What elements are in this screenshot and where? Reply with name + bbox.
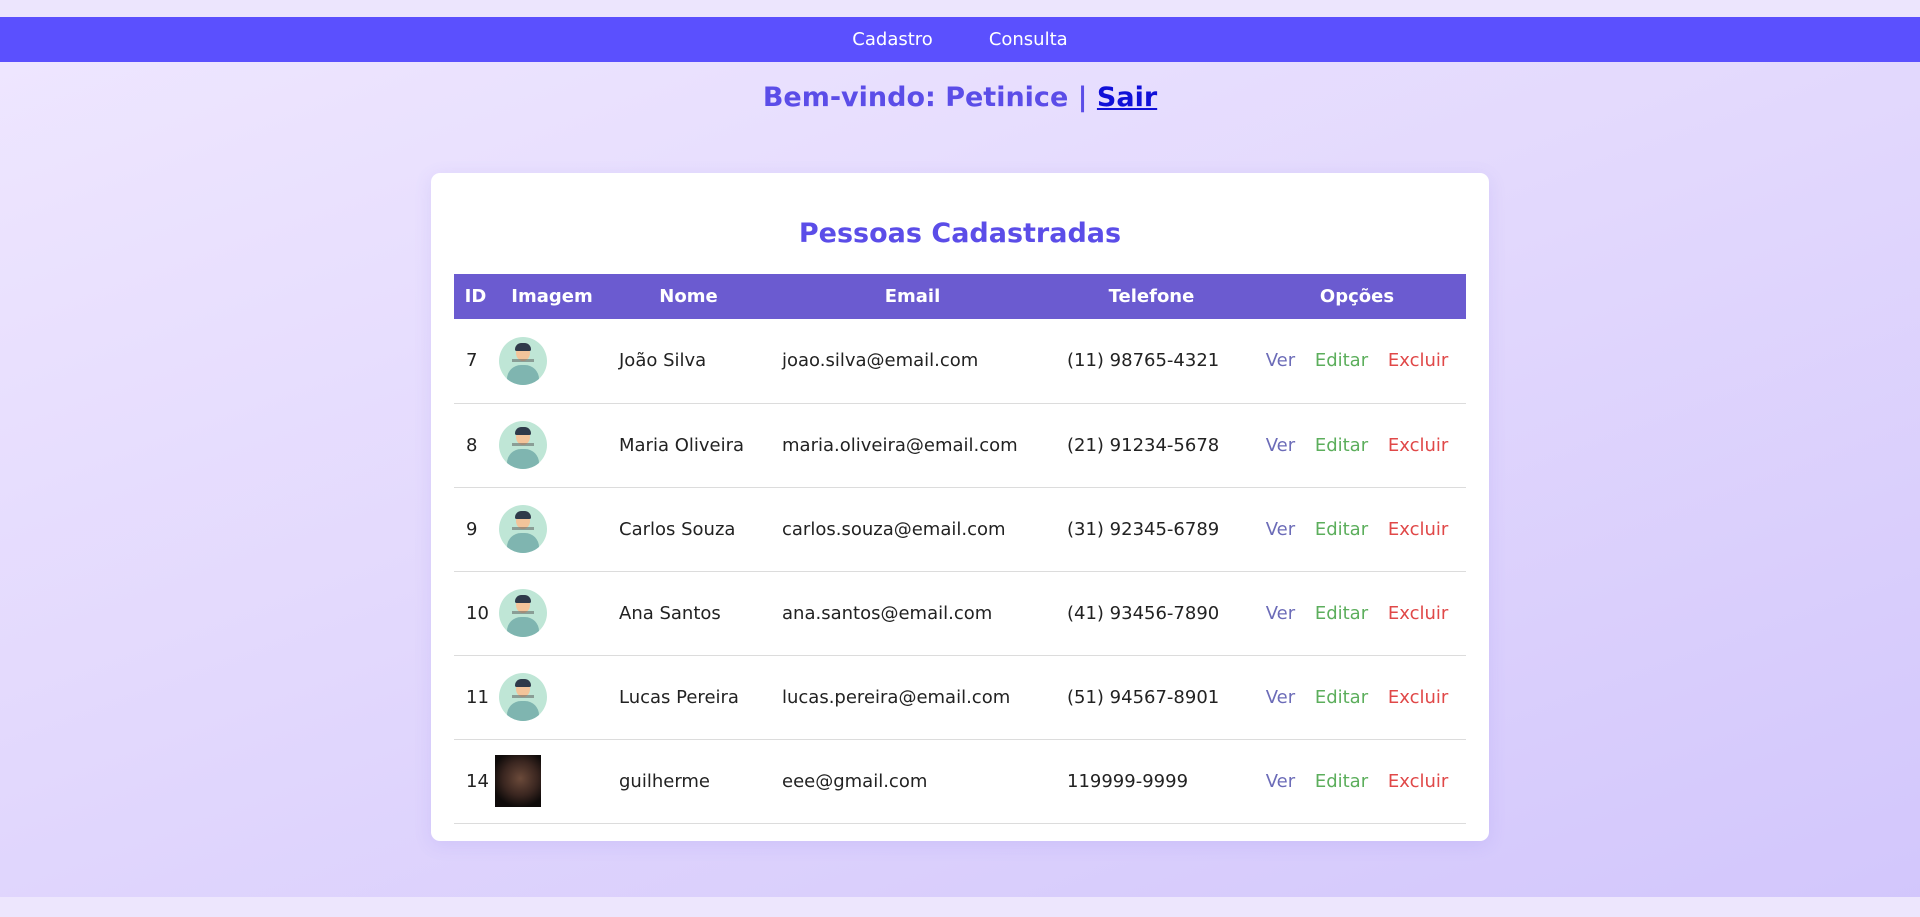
row-image-cell bbox=[497, 571, 607, 655]
view-link[interactable]: Ver bbox=[1266, 687, 1295, 708]
row-email: joao.silva@email.com bbox=[782, 350, 979, 372]
view-link[interactable]: Ver bbox=[1266, 519, 1295, 540]
row-phone: (31) 92345-6789 bbox=[1067, 518, 1220, 540]
row-id: 14 bbox=[466, 770, 489, 792]
people-table: ID Imagem Nome Email Telefone Opções 7 J… bbox=[454, 274, 1466, 824]
row-name: Maria Oliveira bbox=[619, 434, 745, 456]
nav-cadastro-link[interactable]: Cadastro bbox=[852, 29, 933, 50]
row-image-cell bbox=[497, 319, 607, 403]
column-header-nome: Nome bbox=[659, 286, 718, 307]
row-email: eee@gmail.com bbox=[782, 770, 928, 792]
column-header-imagem: Imagem bbox=[511, 286, 593, 307]
default-avatar-icon bbox=[499, 336, 547, 385]
table-row: 11 Lucas Pereira lucas.pereira@email.com… bbox=[454, 655, 1466, 739]
column-header-opcoes: Opções bbox=[1319, 286, 1395, 307]
logout-link[interactable]: Sair bbox=[1097, 82, 1157, 113]
row-options: Ver Editar Excluir bbox=[1248, 403, 1466, 487]
table-row: 10 Ana Santos ana.santos@email.com (41) … bbox=[454, 571, 1466, 655]
edit-link[interactable]: Editar bbox=[1315, 519, 1368, 540]
row-name: guilherme bbox=[619, 770, 711, 792]
edit-link[interactable]: Editar bbox=[1315, 435, 1368, 456]
row-options: Ver Editar Excluir bbox=[1248, 739, 1466, 823]
row-id: 11 bbox=[466, 686, 489, 708]
row-phone: 119999-9999 bbox=[1067, 770, 1189, 792]
row-options: Ver Editar Excluir bbox=[1248, 655, 1466, 739]
people-card: Pessoas Cadastradas ID Imagem Nome Email… bbox=[431, 173, 1489, 841]
row-email: lucas.pereira@email.com bbox=[782, 686, 1011, 708]
row-image-cell bbox=[497, 655, 607, 739]
row-phone: (51) 94567-8901 bbox=[1067, 686, 1220, 708]
row-image-cell bbox=[495, 739, 607, 823]
view-link[interactable]: Ver bbox=[1266, 603, 1295, 624]
delete-link[interactable]: Excluir bbox=[1388, 771, 1448, 792]
top-strip bbox=[0, 0, 1920, 17]
row-phone: (21) 91234-5678 bbox=[1067, 434, 1220, 456]
row-email: carlos.souza@email.com bbox=[782, 518, 1006, 540]
default-avatar-icon bbox=[499, 589, 547, 637]
column-header-id: ID bbox=[464, 286, 487, 307]
row-id: 7 bbox=[466, 350, 478, 372]
row-id: 9 bbox=[466, 518, 478, 540]
default-avatar-icon bbox=[499, 673, 547, 721]
table-row: 8 Maria Oliveira maria.oliveira@email.co… bbox=[454, 403, 1466, 487]
row-email: ana.santos@email.com bbox=[782, 602, 993, 624]
nav-consulta-link[interactable]: Consulta bbox=[989, 29, 1068, 50]
row-phone: (11) 98765-4321 bbox=[1067, 350, 1220, 372]
row-phone: (41) 93456-7890 bbox=[1067, 602, 1220, 624]
user-photo bbox=[495, 755, 541, 807]
delete-link[interactable]: Excluir bbox=[1388, 687, 1448, 708]
welcome-heading: Bem-vindo: Petinice | Sair bbox=[0, 82, 1920, 113]
row-options: Ver Editar Excluir bbox=[1248, 319, 1466, 403]
row-image-cell bbox=[497, 487, 607, 571]
bottom-strip bbox=[0, 897, 1920, 917]
edit-link[interactable]: Editar bbox=[1315, 687, 1368, 708]
delete-link[interactable]: Excluir bbox=[1388, 435, 1448, 456]
view-link[interactable]: Ver bbox=[1266, 350, 1295, 371]
row-name: Carlos Souza bbox=[619, 518, 736, 540]
view-link[interactable]: Ver bbox=[1266, 771, 1295, 792]
table-row: 9 Carlos Souza carlos.souza@email.com (3… bbox=[454, 487, 1466, 571]
delete-link[interactable]: Excluir bbox=[1388, 519, 1448, 540]
table-row: 7 João Silva joao.silva@email.com (11) 9… bbox=[454, 319, 1466, 403]
row-options: Ver Editar Excluir bbox=[1248, 571, 1466, 655]
delete-link[interactable]: Excluir bbox=[1388, 350, 1448, 371]
row-name: Lucas Pereira bbox=[619, 686, 739, 708]
row-name: João Silva bbox=[619, 350, 707, 372]
row-name: Ana Santos bbox=[619, 602, 721, 624]
edit-link[interactable]: Editar bbox=[1315, 771, 1368, 792]
row-email: maria.oliveira@email.com bbox=[782, 434, 1018, 456]
view-link[interactable]: Ver bbox=[1266, 435, 1295, 456]
edit-link[interactable]: Editar bbox=[1315, 350, 1368, 371]
delete-link[interactable]: Excluir bbox=[1388, 603, 1448, 624]
column-header-telefone: Telefone bbox=[1108, 286, 1195, 307]
card-title: Pessoas Cadastradas bbox=[798, 218, 1122, 249]
table-header-row: ID Imagem Nome Email Telefone Opções bbox=[454, 274, 1466, 319]
column-header-email: Email bbox=[884, 286, 941, 307]
default-avatar-icon bbox=[499, 505, 547, 553]
top-navbar: Cadastro Consulta bbox=[0, 17, 1920, 62]
row-id: 8 bbox=[466, 434, 478, 456]
row-options: Ver Editar Excluir bbox=[1248, 487, 1466, 571]
welcome-text: Bem-vindo: Petinice | bbox=[762, 82, 1097, 113]
edit-link[interactable]: Editar bbox=[1315, 603, 1368, 624]
table-row: 14 guilherme eee@gmail.com 119999-9999 V… bbox=[454, 739, 1466, 823]
default-avatar-icon bbox=[499, 421, 547, 469]
row-id: 10 bbox=[466, 602, 489, 624]
row-image-cell bbox=[497, 403, 607, 487]
